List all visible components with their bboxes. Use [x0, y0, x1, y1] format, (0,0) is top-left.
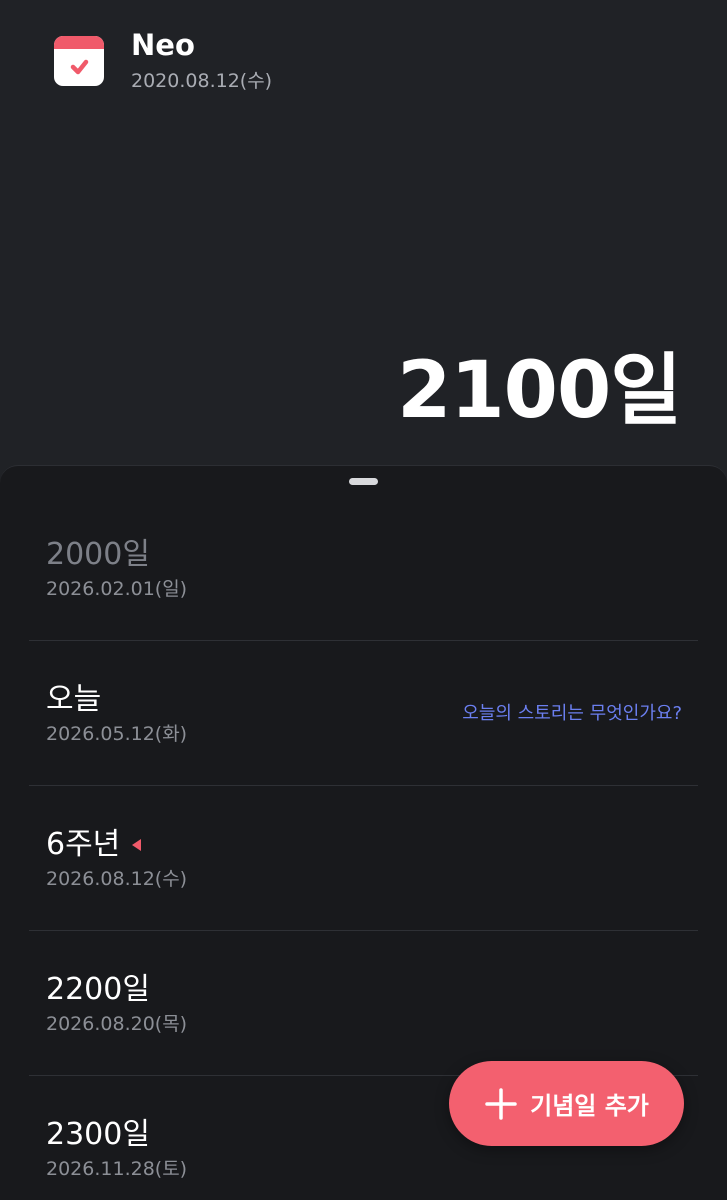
anniversary-title: 2000일 — [46, 537, 150, 572]
list-item[interactable]: 2200일 2026.08.20(목) — [29, 931, 698, 1076]
list-item[interactable]: 오늘 2026.05.12(화) 오늘의 스토리는 무엇인가요? — [29, 641, 698, 786]
red-pointer-icon — [132, 839, 142, 851]
add-anniversary-button[interactable]: 기념일 추가 — [449, 1061, 684, 1146]
anniversary-date: 2026.05.12(화) — [46, 723, 188, 745]
anniversary-title: 2200일 — [46, 972, 150, 1007]
app-screen: Neo 2020.08.12(수) 2100일 2000일 2026.02.01… — [0, 0, 727, 1200]
anniversary-date: 2026.08.20(목) — [46, 1013, 188, 1035]
anniversary-title: 오늘 — [46, 682, 102, 717]
header: Neo 2020.08.12(수) 2100일 — [0, 0, 727, 470]
plus-icon — [485, 1087, 517, 1120]
add-anniversary-label: 기념일 추가 — [530, 1092, 649, 1120]
calendar-check-icon[interactable] — [54, 36, 104, 86]
today-story-link[interactable]: 오늘의 스토리는 무엇인가요? — [462, 701, 682, 727]
anniversary-date: 2026.11.28(토) — [46, 1158, 188, 1180]
start-date: 2020.08.12(수) — [131, 70, 273, 92]
anniversary-title: 2300일 — [46, 1117, 150, 1152]
anniversary-date: 2026.08.12(수) — [46, 868, 188, 890]
list-item[interactable]: 2000일 2026.02.01(일) — [29, 496, 698, 641]
anniversary-title: 6주년 — [46, 827, 121, 862]
sheet-drag-handle[interactable] — [349, 478, 378, 485]
anniversary-title-wrap: 6주년 — [46, 826, 142, 864]
anniversary-date: 2026.02.01(일) — [46, 578, 188, 600]
profile-name: Neo — [131, 28, 195, 62]
list-item[interactable]: 6주년 2026.08.12(수) — [29, 786, 698, 931]
day-count: 2100일 — [397, 346, 682, 436]
